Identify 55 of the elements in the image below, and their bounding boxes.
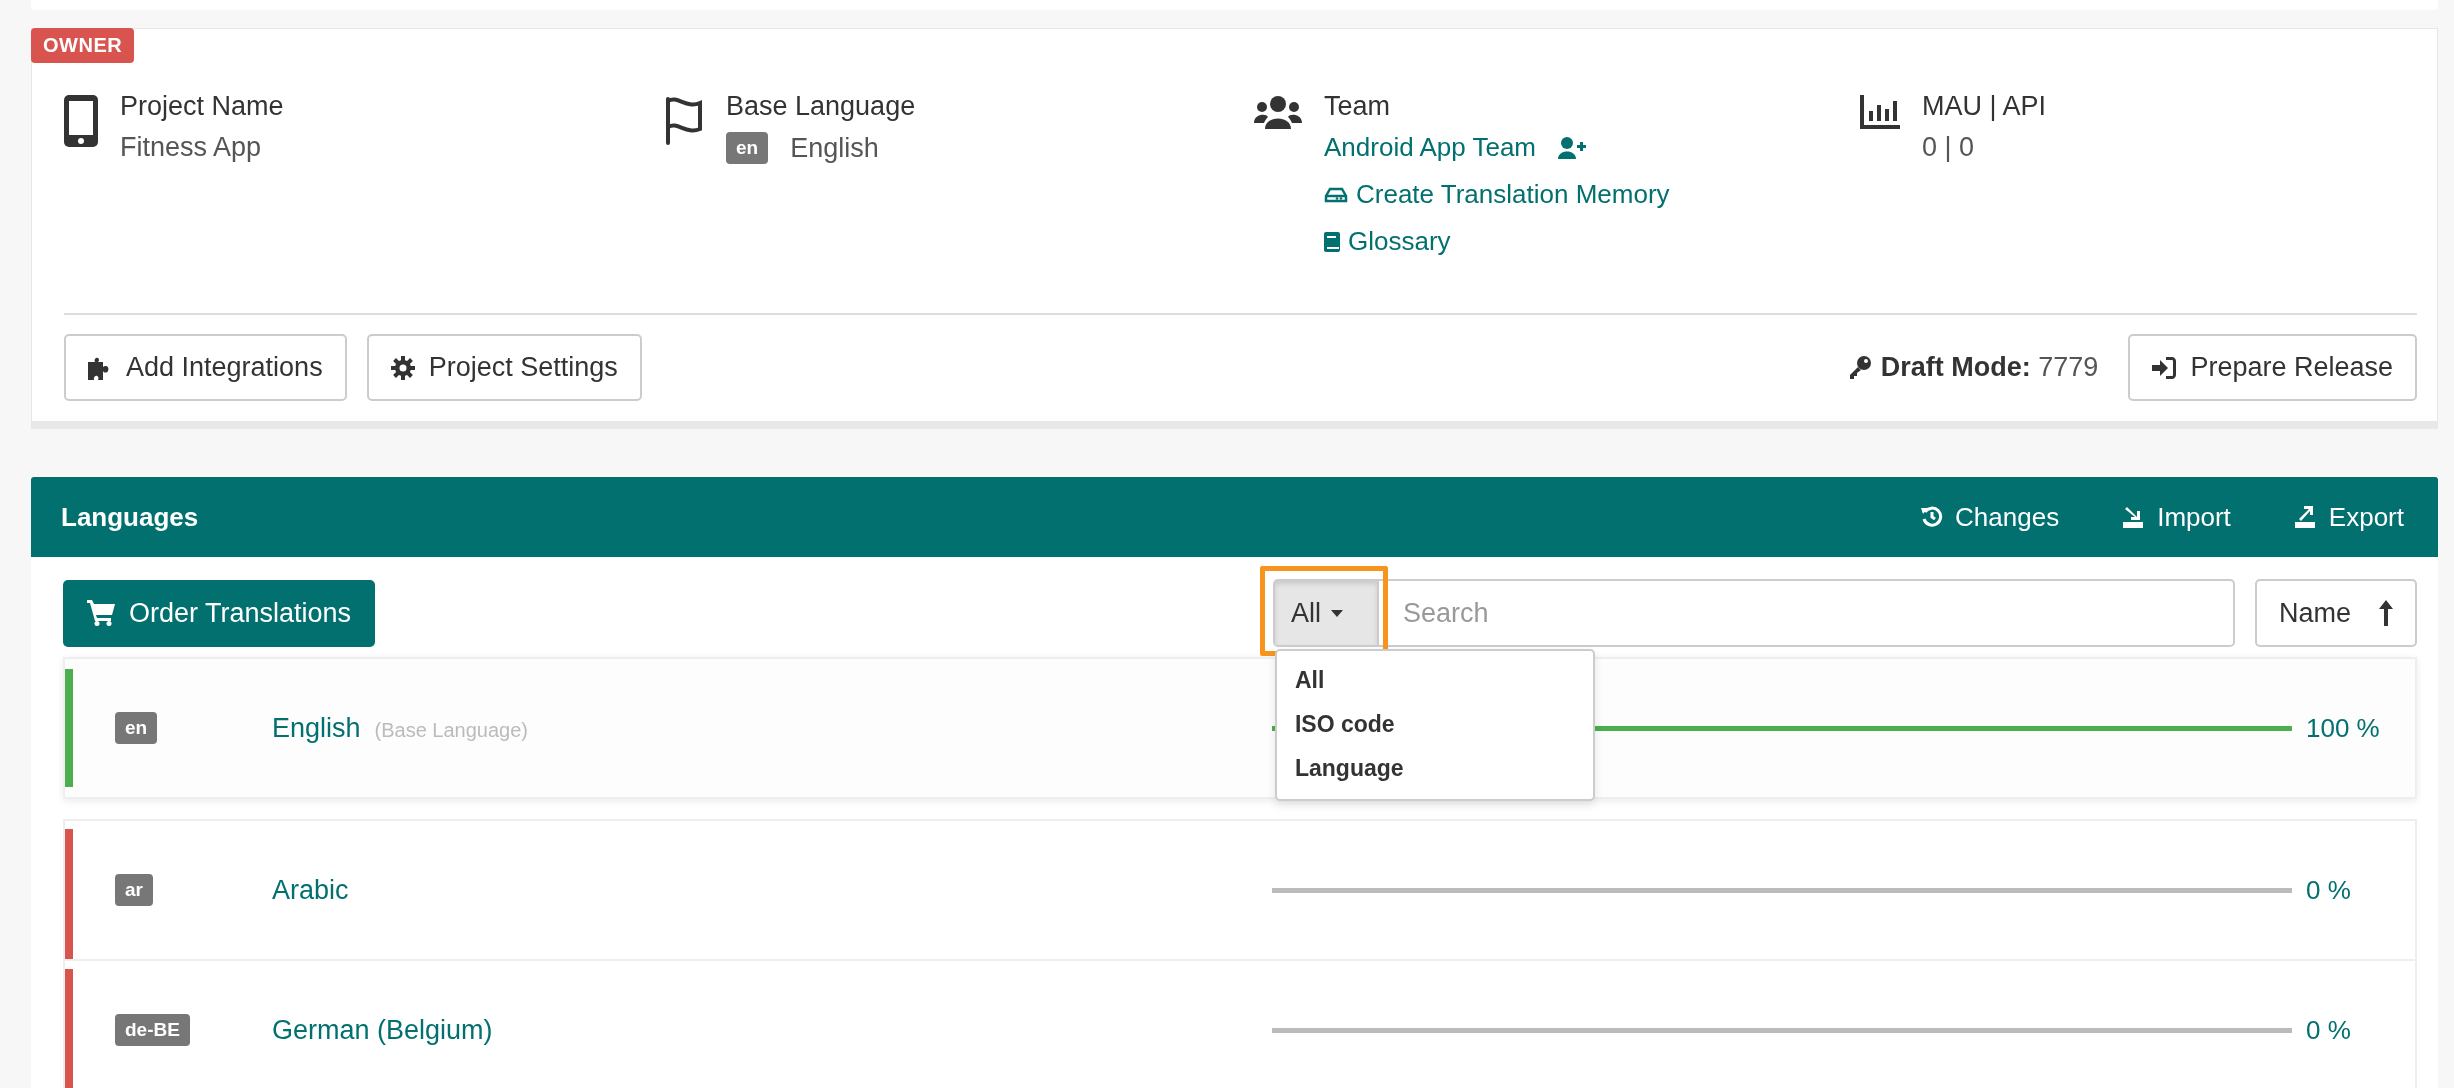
key-icon xyxy=(1848,355,1871,380)
import-icon xyxy=(2121,505,2146,529)
field-value: 0 | 0 xyxy=(1922,132,1976,163)
gear-icon xyxy=(390,355,415,380)
language-code-badge: en xyxy=(726,132,769,164)
cart-icon xyxy=(87,600,115,626)
filter-option[interactable]: Language xyxy=(1276,747,1593,791)
draft-mode-text: Draft Mode: 7779 xyxy=(1880,352,2099,383)
header-action-link[interactable]: Changes xyxy=(1921,501,2060,533)
header-action-link[interactable]: Import xyxy=(2121,501,2231,533)
feature-link[interactable]: Glossary xyxy=(1324,226,1670,257)
field-label: Base Language xyxy=(726,91,916,122)
base-language-note: (Base Language) xyxy=(374,718,528,742)
feature-link[interactable]: Create Translation Memory xyxy=(1324,179,1670,210)
export-icon xyxy=(2292,505,2317,529)
add-integrations-button[interactable]: Add Integrations xyxy=(64,334,347,401)
team-link[interactable]: Android App Team xyxy=(1324,132,1536,163)
language-code-badge: de-BE xyxy=(115,1014,190,1046)
hard-drive-icon xyxy=(1324,186,1348,203)
filter-dropdown-button[interactable]: All xyxy=(1274,581,1379,645)
search-field[interactable]: All Search xyxy=(1272,579,2235,647)
language-name-link[interactable]: Arabic xyxy=(272,874,349,906)
sign-in-icon xyxy=(2152,356,2177,379)
panel-title: Languages xyxy=(61,501,199,533)
filter-option[interactable]: ISO code xyxy=(1276,703,1593,747)
order-translations-button[interactable]: Order Translations xyxy=(63,579,376,647)
field-value: English xyxy=(790,132,879,164)
field-value: Fitness App xyxy=(120,132,263,163)
header-action-link[interactable]: Export xyxy=(2292,501,2404,533)
field-label: Project Name xyxy=(120,91,284,122)
progress-percent: 100 % xyxy=(2306,712,2380,744)
progress-percent: 0 % xyxy=(2306,1014,2351,1046)
bar-chart-icon xyxy=(1860,95,1900,129)
history-icon xyxy=(1921,506,1944,528)
language-name-link[interactable]: English xyxy=(272,712,361,744)
field-label: MAU | API xyxy=(1922,91,2047,122)
users-icon xyxy=(1254,95,1302,129)
phone-icon xyxy=(64,95,98,147)
language-name-link[interactable]: German (Belgium) xyxy=(272,1014,493,1046)
flag-icon xyxy=(664,95,704,147)
sort-button[interactable]: Name xyxy=(2254,579,2417,647)
arrow-up-icon xyxy=(2379,600,2393,626)
prepare-release-button[interactable]: Prepare Release xyxy=(2128,334,2417,401)
language-row[interactable]: ar Arabic 0 % xyxy=(63,819,2417,961)
owner-badge: OWNER xyxy=(31,28,135,63)
filter-option[interactable]: All xyxy=(1276,659,1593,703)
book-icon xyxy=(1324,231,1340,252)
language-row[interactable]: de-BE German (Belgium) 0 % xyxy=(63,959,2417,1088)
caret-icon xyxy=(1331,609,1343,617)
language-code-badge: en xyxy=(115,712,158,744)
project-settings-button[interactable]: Project Settings xyxy=(366,334,642,401)
field-label: Team xyxy=(1324,91,1392,122)
add-user-icon[interactable] xyxy=(1558,136,1586,159)
language-code-badge: ar xyxy=(115,874,153,906)
progress-percent: 0 % xyxy=(2306,874,2351,906)
